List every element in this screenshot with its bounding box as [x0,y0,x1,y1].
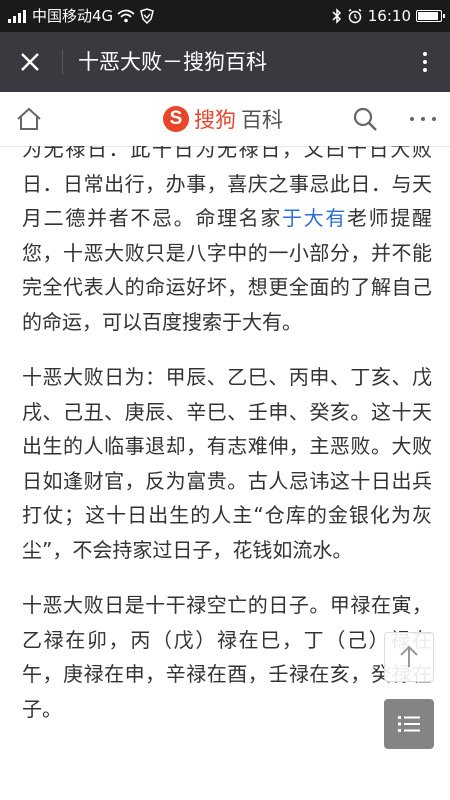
arrow-up-icon [400,645,418,667]
paragraph-2: 十恶大败日为：甲辰、乙巳、丙申、丁亥、戊戌、己丑、庚辰、辛巳、壬申、癸亥。这十天… [22,365,432,562]
more-options-button[interactable] [410,42,440,82]
brand-sougou-text: 搜狗 [194,108,236,132]
paragraph-3: 十恶大败日是十干禄空亡的日子。甲禄在寅，乙禄在卯，丙（戊）禄在巳，丁（己）禄在午… [22,593,432,721]
page-title: 十恶大败－搜狗百科 [78,50,267,74]
horizontal-dots-icon [410,117,414,121]
close-icon [21,53,39,71]
carrier-label: 中国移动4G [32,7,114,25]
title-bar: 十恶大败－搜狗百科 [0,32,450,92]
close-button[interactable] [10,42,50,82]
article-content: 为无禄日．此十日为无禄日，又曰十日大败日．日常出行，办事，喜庆之事忌此日．与天月… [0,146,450,800]
status-right: 16:10 [332,0,445,32]
home-icon[interactable] [14,104,44,134]
brand-baike-text: 百科 [241,108,283,132]
clock-label: 16:10 [367,7,411,25]
table-of-contents-button[interactable] [384,699,434,749]
author-link[interactable]: 于大有 [282,206,347,230]
battery-icon [416,10,445,22]
menu-button[interactable] [410,106,436,132]
shield-icon [140,8,155,24]
title-divider [62,50,63,74]
bluetooth-icon [332,8,341,24]
alarm-icon [348,8,362,24]
list-icon [398,716,420,732]
brand-logo[interactable]: S 搜狗 百科 [163,102,283,136]
wifi-icon [117,9,135,23]
signal-icon [8,9,26,23]
status-left: 中国移动4G [8,0,155,32]
paragraph-1: 为无禄日．此十日为无禄日，又曰十日大败日．日常出行，办事，喜庆之事忌此日．与天月… [22,146,433,334]
vertical-dots-icon [423,52,427,56]
status-bar: 中国移动4G 16:10 [0,0,450,32]
sougou-logo-icon: S [163,106,189,132]
back-to-top-button[interactable] [384,632,434,682]
search-icon[interactable] [350,104,380,134]
site-header: S 搜狗 百科 [0,92,450,147]
